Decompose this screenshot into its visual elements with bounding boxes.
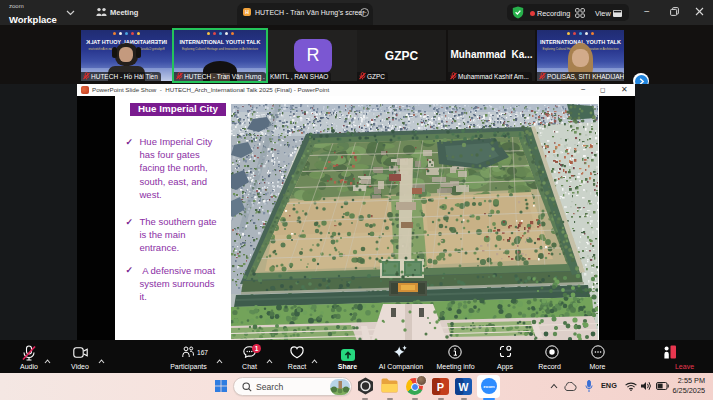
svg-text:W: W xyxy=(459,381,469,393)
svg-text:P: P xyxy=(437,381,444,393)
svg-text:zoom: zoom xyxy=(483,384,495,389)
